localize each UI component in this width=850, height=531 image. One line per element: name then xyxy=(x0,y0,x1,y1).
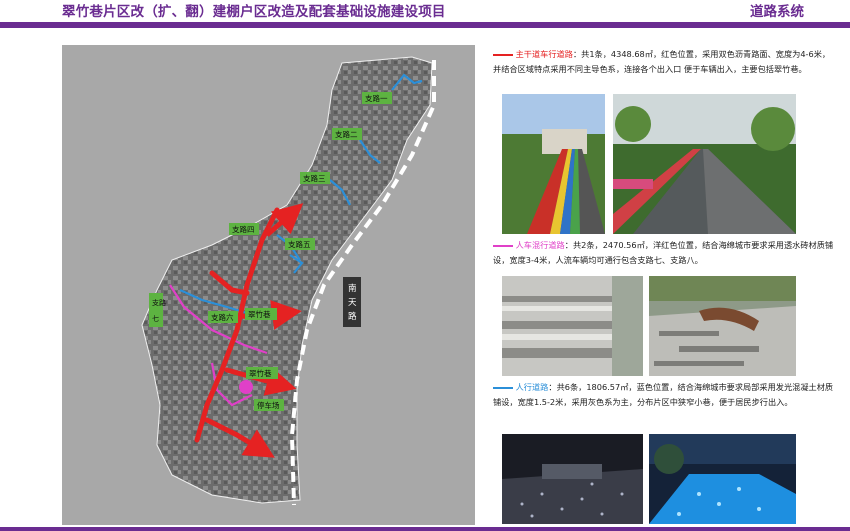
label-branch6: 支路六 xyxy=(211,312,234,322)
svg-text:七: 七 xyxy=(152,314,159,323)
main-road-swatch xyxy=(493,53,513,56)
site-map: 支路一 支路二 支路三 支路四 支路五 支路六 支路 七 翠竹巷 翠竹巷 停车场… xyxy=(62,45,475,525)
label-branch3: 支路三 xyxy=(303,173,326,183)
mixed-road-swatch xyxy=(493,244,513,247)
title-part1: 翠竹巷片区 xyxy=(62,4,131,20)
site-boundary xyxy=(141,56,433,504)
map-svg: 支路一 支路二 支路三 支路四 支路五 支路六 支路 七 翠竹巷 翠竹巷 停车场… xyxy=(141,56,436,506)
colored-asphalt-road-photo xyxy=(502,94,605,234)
legend-main-road: 主干道车行道路：共1条，4348.68㎡，红色位置，采用双色沥青路面、宽度为4-… xyxy=(493,47,835,77)
mixed-road-name: 人车混行道路 xyxy=(515,240,565,250)
pedestrian-road-swatch xyxy=(493,386,513,389)
glowing-blue-path-photo xyxy=(649,434,796,524)
label-cuizhu-2: 翠竹巷 xyxy=(248,309,271,319)
header: 翠竹巷片区改（扩、翻）建棚户区改造及配套基础设施建设项目 道路系统 xyxy=(0,0,850,22)
paved-plaza-bench-photo xyxy=(649,276,796,376)
red-asphalt-greenway-photo xyxy=(613,94,796,234)
pedestrian-road-name: 人行道路 xyxy=(515,382,549,392)
label-branch7: 支路 xyxy=(152,298,166,307)
permeable-brick-paving-photo xyxy=(502,276,643,376)
page-title: 翠竹巷片区改（扩、翻）建棚户区改造及配套基础设施建设项目 xyxy=(62,0,446,20)
legend-pedestrian-road: 人行道路：共6条，1806.57㎡，蓝色位置，结合海绵城市要求局部采用发光混凝土… xyxy=(493,380,835,410)
section-title: 道路系统 xyxy=(750,4,804,20)
title-part2: 改（扩、翻）建棚户区改造及配套基础设施建设项目 xyxy=(130,4,446,20)
legend-mixed-road: 人车混行道路：共2条，2470.56㎡，洋红色位置，结合海绵城市要求采用透水砖材… xyxy=(493,238,835,268)
label-branch4: 支路四 xyxy=(232,224,255,234)
label-branch5: 支路五 xyxy=(288,239,311,249)
parking-marker xyxy=(239,380,253,394)
label-cuizhu-3: 翠竹巷 xyxy=(249,368,272,378)
glowing-pavement-night-photo xyxy=(502,434,643,524)
label-branch2: 支路二 xyxy=(335,129,358,139)
footer-bar xyxy=(0,527,850,531)
main-road-name: 主干道车行道路 xyxy=(515,49,573,59)
header-divider xyxy=(0,22,850,28)
svg-text:天: 天 xyxy=(348,298,357,308)
svg-text:路: 路 xyxy=(348,311,357,322)
label-parking: 停车场 xyxy=(257,400,280,410)
label-nantian-road: 南 xyxy=(348,283,357,294)
label-branch1: 支路一 xyxy=(365,93,388,103)
